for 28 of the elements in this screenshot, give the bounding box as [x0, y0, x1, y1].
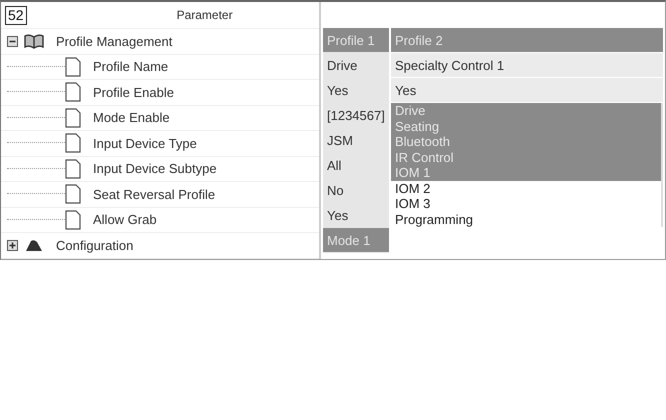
- document-icon: [65, 82, 81, 102]
- category-icon: [24, 238, 44, 253]
- expand-toggle[interactable]: [7, 240, 18, 251]
- column-header: Profile 1: [323, 28, 389, 52]
- table-cell: Specialty Control 1: [391, 53, 663, 77]
- list-option[interactable]: IOM 2: [391, 180, 661, 196]
- column-header: Profile 2: [391, 28, 663, 52]
- tree-item[interactable]: Input Device Type: [93, 136, 197, 151]
- document-icon: [65, 133, 81, 154]
- figure-number: 52: [5, 6, 27, 24]
- document-icon: [65, 210, 81, 230]
- tree-item[interactable]: Mode Enable: [93, 110, 170, 126]
- tree-item[interactable]: Allow Grab: [93, 212, 157, 228]
- collapse-toggle[interactable]: [7, 36, 18, 47]
- tree-item[interactable]: Configuration: [56, 238, 134, 253]
- tree-item[interactable]: Profile Name: [93, 59, 168, 74]
- tree-item[interactable]: Profile Enable: [93, 84, 174, 100]
- table-cell: Yes: [391, 78, 663, 102]
- document-icon: [65, 56, 81, 77]
- tree-item[interactable]: Seat Reversal Profile: [93, 186, 216, 202]
- column-header: Parameter: [176, 8, 233, 22]
- tree-item[interactable]: Profile Management: [56, 34, 172, 49]
- document-icon: [65, 158, 81, 179]
- group-header-cell: Mode 1: [323, 228, 389, 252]
- book-icon: [24, 34, 44, 49]
- document-icon: [65, 184, 81, 204]
- tree-item[interactable]: Input Device Subtype: [93, 161, 217, 176]
- document-icon: [65, 108, 81, 128]
